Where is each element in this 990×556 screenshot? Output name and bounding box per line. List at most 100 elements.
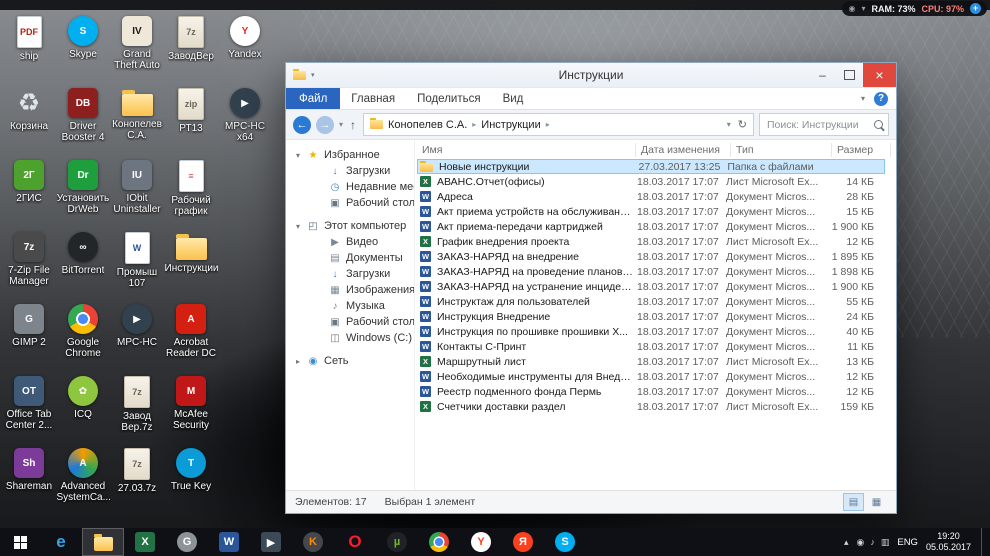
desktop-icon[interactable]: ♻ Корзина — [2, 84, 56, 156]
desktop-icon[interactable]: OT Office Tab Center 2... — [2, 372, 56, 444]
file-row[interactable]: ЗАКАЗ-НАРЯД на проведение плановы... 18.… — [417, 264, 885, 279]
overlay-plus-button[interactable]: + — [970, 3, 981, 14]
file-row[interactable]: Адреса 18.03.2017 17:07 Документ Micros.… — [417, 189, 885, 204]
tray-icon[interactable]: ◉ — [856, 537, 864, 548]
taskbar-app-icon[interactable]: S — [555, 532, 575, 552]
nav-item[interactable]: ↓ Загрузки — [286, 266, 414, 282]
nav-item[interactable]: ▸ ◉ Сеть — [286, 353, 414, 369]
minimize-button[interactable]: – — [809, 63, 836, 87]
qat-dropdown-icon[interactable]: ▾ — [311, 71, 315, 79]
desktop-icon[interactable]: Google Chrome — [56, 300, 110, 372]
taskbar-app-icon[interactable]: X — [135, 532, 155, 552]
clock[interactable]: 19:20 05.05.2017 — [926, 531, 973, 553]
ribbon-tab[interactable]: Главная — [340, 88, 406, 109]
nav-item[interactable]: ▦ Изображения — [286, 282, 414, 298]
search-icon[interactable] — [874, 120, 883, 129]
taskbar-app-slot[interactable]: X — [124, 528, 166, 556]
file-row[interactable]: Новые инструкции 27.03.2017 13:25 Папка … — [417, 159, 885, 174]
file-row[interactable]: Инструкция по прошивке прошивки X... 18.… — [417, 324, 885, 339]
taskbar-app-icon[interactable]: µ — [387, 532, 407, 552]
nav-item[interactable]: ◷ Недавние места — [286, 179, 414, 195]
column-header-date[interactable]: Дата изменения — [636, 143, 731, 157]
desktop-icon[interactable]: A Advanced SystemCa... — [56, 444, 110, 516]
file-row[interactable]: Инструкция Внедрение 18.03.2017 17:07 До… — [417, 309, 885, 324]
nav-item[interactable]: ▣ Рабочий стол — [286, 314, 414, 330]
desktop-icon[interactable]: 2Г 2ГИС — [2, 156, 56, 228]
show-desktop-button[interactable] — [981, 528, 988, 556]
overlay-expand-icon[interactable]: ▾ — [861, 5, 865, 13]
language-indicator[interactable]: ENG — [897, 537, 918, 548]
desktop-icon[interactable]: 7z Завод Вер.7z — [110, 372, 164, 444]
title-bar[interactable]: ▾ Инструкции – × — [286, 63, 896, 88]
taskbar-app-icon[interactable]: Я — [513, 532, 533, 552]
taskbar-app-icon[interactable]: ▶ — [261, 532, 281, 552]
desktop-icon[interactable]: 7z 27.03.7z — [110, 444, 164, 516]
desktop-icon[interactable]: DB Driver Booster 4 — [56, 84, 110, 156]
taskbar-app-slot[interactable]: O — [334, 528, 376, 556]
start-button[interactable] — [0, 528, 40, 556]
column-header-type[interactable]: Тип — [731, 143, 832, 157]
desktop-icon[interactable]: W Промыш 107 — [110, 228, 164, 300]
desktop-icon[interactable]: 7z 7-Zip File Manager — [2, 228, 56, 300]
nav-item[interactable]: ▶ Видео — [286, 234, 414, 250]
nav-item[interactable]: ♪ Музыка — [286, 298, 414, 314]
view-details-button[interactable]: ▤ — [843, 493, 864, 511]
taskbar-app-icon[interactable]: Y — [471, 532, 491, 552]
nav-item[interactable]: ▣ Рабочий стол — [286, 195, 414, 211]
file-row[interactable]: Необходимые инструменты для Внедр... 18.… — [417, 369, 885, 384]
history-dropdown-icon[interactable]: ▾ — [339, 120, 343, 129]
nav-item[interactable]: ▤ Документы — [286, 250, 414, 266]
taskbar-app-slot[interactable]: K — [292, 528, 334, 556]
file-row[interactable]: Маршрутный лист 18.03.2017 17:07 Лист Mi… — [417, 354, 885, 369]
taskbar-app-slot[interactable] — [82, 528, 124, 556]
taskbar-app-slot[interactable]: e — [40, 528, 82, 556]
nav-item[interactable]: ◫ Windows (C:) — [286, 330, 414, 346]
taskbar-app-slot[interactable] — [418, 528, 460, 556]
taskbar-app-icon[interactable]: K — [303, 532, 323, 552]
breadcrumb[interactable]: Конопелев С.А. ▸ Инструкции ▸ ▾ ↻ — [363, 113, 754, 136]
file-row[interactable]: ЗАКАЗ-НАРЯД на устранение инцидента 18.0… — [417, 279, 885, 294]
breadcrumb-separator-icon[interactable]: ▸ — [472, 120, 476, 129]
file-row[interactable]: ЗАКАЗ-НАРЯД на внедрение 18.03.2017 17:0… — [417, 249, 885, 264]
desktop-icon[interactable]: ▶ MPC-HC x64 — [218, 84, 272, 156]
taskbar-app-slot[interactable]: S — [544, 528, 586, 556]
taskbar-app-icon[interactable]: e — [51, 532, 71, 552]
tree-chevron-icon[interactable]: ▸ — [294, 357, 302, 366]
desktop-icon[interactable]: IU IObit Uninstaller — [110, 156, 164, 228]
desktop-icon[interactable]: Конопелев С.А. — [110, 84, 164, 156]
breadcrumb-label[interactable]: Инструкции — [481, 119, 540, 131]
refresh-icon[interactable]: ↻ — [738, 118, 747, 131]
performance-overlay[interactable]: ◉ ▾ RAM: 73% CPU: 97% + — [842, 1, 987, 16]
taskbar-app-icon[interactable] — [94, 537, 113, 551]
tree-chevron-icon[interactable]: ▾ — [294, 222, 302, 231]
ribbon-tab[interactable]: Вид — [492, 88, 535, 109]
close-button[interactable]: × — [863, 63, 896, 87]
column-header-name[interactable]: Имя — [417, 143, 636, 157]
desktop-icon[interactable]: ∞ BitTorrent — [56, 228, 110, 300]
nav-item[interactable]: ▾ ★ Избранное — [286, 147, 414, 163]
column-header-size[interactable]: Размер — [832, 143, 891, 157]
breadcrumb-separator-icon[interactable]: ▸ — [546, 120, 550, 129]
forward-button[interactable]: → — [316, 116, 334, 134]
desktop-icon[interactable]: IV Grand Theft Auto IV — [110, 12, 164, 84]
desktop-icon[interactable]: zip РТ13 — [164, 84, 218, 156]
ribbon-tab[interactable]: Файл — [286, 88, 340, 109]
desktop-icon[interactable]: M McAfee Security Sc... — [164, 372, 218, 444]
file-row[interactable]: Акт приема-передачи картриджей 18.03.201… — [417, 219, 885, 234]
ribbon-collapse-icon[interactable]: ▾ — [861, 94, 865, 103]
file-row[interactable]: График внедрения проекта 18.03.2017 17:0… — [417, 234, 885, 249]
file-row[interactable]: Инструктаж для пользователей 18.03.2017 … — [417, 294, 885, 309]
taskbar-app-icon[interactable]: W — [219, 532, 239, 552]
taskbar-app-slot[interactable]: W — [208, 528, 250, 556]
up-button[interactable]: ↑ — [348, 118, 358, 132]
search-input[interactable] — [765, 118, 871, 132]
file-row[interactable]: Акт приема устройств на обслуживани... 1… — [417, 204, 885, 219]
address-dropdown-icon[interactable]: ▾ — [727, 120, 731, 129]
tree-chevron-icon[interactable]: ▾ — [294, 151, 302, 160]
file-row[interactable]: Контакты С-Принт 18.03.2017 17:07 Докуме… — [417, 339, 885, 354]
taskbar-app-icon[interactable]: G — [177, 532, 197, 552]
taskbar-app-slot[interactable]: ▶ — [250, 528, 292, 556]
taskbar-app-icon[interactable]: O — [345, 532, 365, 552]
desktop-icon[interactable]: T True Key — [164, 444, 218, 516]
tray-icon[interactable]: ♪ — [870, 537, 875, 547]
